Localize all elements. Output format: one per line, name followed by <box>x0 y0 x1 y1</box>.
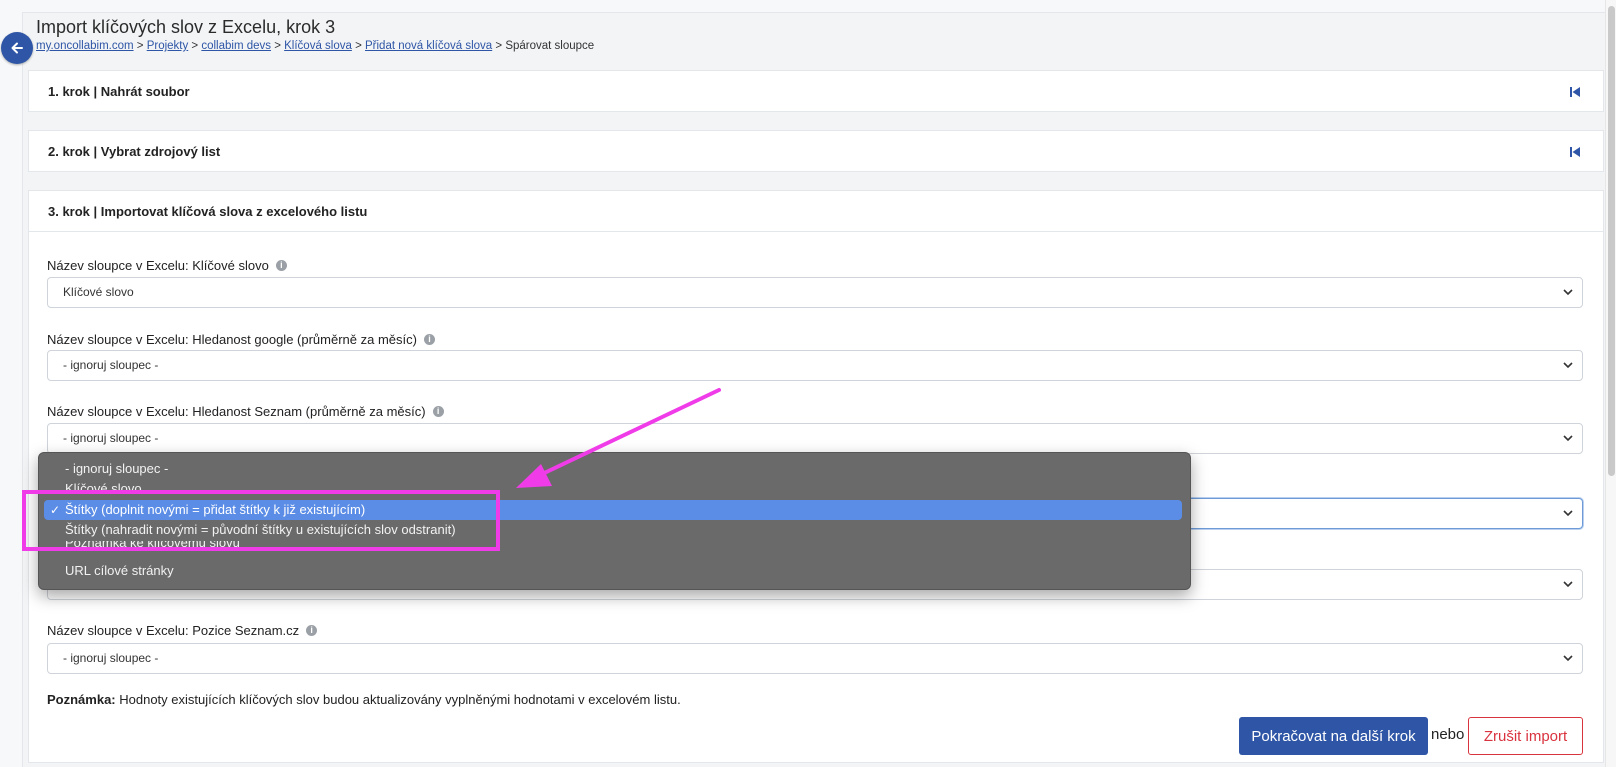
select-value: Klíčové slovo <box>63 285 134 299</box>
select-seznam-volume-column[interactable]: - ignoruj sloupec - <box>47 423 1583 454</box>
select-seznam-position-column[interactable]: - ignoruj sloupec - <box>47 643 1583 674</box>
breadcrumb-link-add-keywords[interactable]: Přidat nová klíčová slova <box>365 40 492 52</box>
chevron-down-icon <box>1563 581 1573 588</box>
left-rail <box>0 12 23 767</box>
field-label-seznam-volume: Název sloupce v Excelu: Hledanost Seznam… <box>47 404 444 419</box>
breadcrumb-link-keywords[interactable]: Klíčová slova <box>284 40 352 52</box>
page-title: Import klíčových slov z Excelu, krok 3 <box>36 17 336 37</box>
breadcrumb-link-home[interactable]: my.oncollabim.com <box>36 40 134 52</box>
field-label-keyword: Název sloupce v Excelu: Klíčové slovo i <box>47 258 287 273</box>
chevron-down-icon <box>1563 362 1573 369</box>
info-icon[interactable]: i <box>306 625 318 636</box>
info-icon[interactable]: i <box>275 260 287 271</box>
chevron-down-icon <box>1563 435 1573 442</box>
dropdown-option-ignore[interactable]: - ignoruj sloupec - <box>65 459 168 479</box>
info-icon[interactable]: i <box>432 406 444 417</box>
top-bar <box>0 0 1616 13</box>
field-label-text: Název sloupce v Excelu: Klíčové slovo <box>47 258 269 273</box>
select-google-volume-column[interactable]: - ignoruj sloupec - <box>47 350 1583 381</box>
dropdown-option-note[interactable]: Poznámka ke klíčovému slovu <box>65 541 240 553</box>
cancel-import-button[interactable]: Zrušit import <box>1468 717 1583 755</box>
breadcrumb-separator: > <box>133 40 147 52</box>
step-3-label: 3. krok | Importovat klíčová slova z exc… <box>48 204 368 219</box>
field-label-text: Název sloupce v Excelu: Hledanost google… <box>47 332 417 347</box>
arrow-left-icon <box>11 42 23 54</box>
scrollbar-thumb[interactable] <box>1608 6 1615 476</box>
breadcrumb-link-projects[interactable]: Projekty <box>147 40 189 52</box>
field-label-text: Název sloupce v Excelu: Hledanost Seznam… <box>47 404 426 419</box>
chevron-down-icon <box>1563 289 1573 296</box>
step-1-label: 1. krok | Nahrát soubor <box>48 84 190 99</box>
skip-to-start-icon[interactable] <box>1567 144 1583 160</box>
info-icon[interactable]: i <box>423 334 435 345</box>
divider <box>29 231 1603 232</box>
breadcrumb-separator: > <box>351 40 365 52</box>
option-text: Štítky (doplnit novými = přidat štítky k… <box>65 502 366 517</box>
dropdown-option-keyword[interactable]: Klíčové slovo <box>65 479 142 491</box>
select-value: - ignoruj sloupec - <box>63 358 159 372</box>
step-2-label: 2. krok | Vybrat zdrojový list <box>48 144 221 159</box>
continue-button[interactable]: Pokračovat na další krok <box>1239 717 1428 755</box>
note-text: Hodnoty existujících klíčových slov budo… <box>115 692 681 707</box>
back-button[interactable] <box>1 32 33 64</box>
or-text: nebo <box>1431 726 1465 743</box>
chevron-down-icon <box>1563 510 1573 517</box>
chevron-down-icon <box>1563 655 1573 662</box>
dropdown-option-labels-replace[interactable]: Štítky (nahradit novými = původní štítky… <box>65 520 456 540</box>
dropdown-option-labels-append[interactable]: ✓ Štítky (doplnit novými = přidat štítky … <box>44 500 1182 520</box>
select-value: - ignoruj sloupec - <box>63 431 159 445</box>
skip-to-start-icon[interactable] <box>1567 84 1583 100</box>
checkmark-icon: ✓ <box>50 503 61 517</box>
breadcrumb-link-project[interactable]: collabim devs <box>201 40 271 52</box>
step-1-panel[interactable]: 1. krok | Nahrát soubor <box>28 70 1604 112</box>
field-label-google-volume: Název sloupce v Excelu: Hledanost google… <box>47 332 435 347</box>
select-value: - ignoruj sloupec - <box>63 651 159 665</box>
field-label-seznam-position: Název sloupce v Excelu: Pozice Seznam.cz… <box>47 623 318 638</box>
breadcrumb-current: Spárovat sloupce <box>505 40 595 52</box>
breadcrumb: my.oncollabim.com > Projekty > collabim … <box>36 40 594 52</box>
select-keyword-column[interactable]: Klíčové slovo <box>47 277 1583 308</box>
dropdown-option-target-url[interactable]: URL cílové stránky <box>65 561 174 581</box>
step-2-panel[interactable]: 2. krok | Vybrat zdrojový list <box>28 130 1604 172</box>
note-label: Poznámka: <box>47 692 116 707</box>
page-scrollbar[interactable] <box>1605 0 1616 767</box>
breadcrumb-separator: > <box>492 40 506 52</box>
field-label-text: Název sloupce v Excelu: Pozice Seznam.cz <box>47 623 300 638</box>
import-note: Poznámka: Hodnoty existujících klíčových… <box>47 692 681 707</box>
breadcrumb-separator: > <box>188 40 202 52</box>
breadcrumb-separator: > <box>271 40 285 52</box>
column-options-dropdown[interactable]: - ignoruj sloupec - Klíčové slovo ✓ Štítk… <box>38 452 1191 590</box>
